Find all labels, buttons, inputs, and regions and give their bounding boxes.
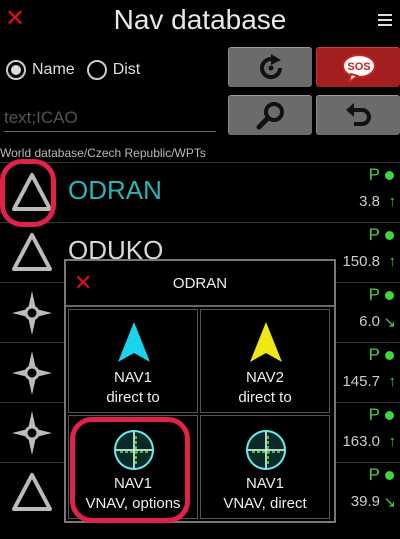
- sort-name-label[interactable]: Name: [32, 61, 75, 79]
- distance-value: 145.7: [342, 373, 380, 390]
- waypoint-star-icon: [12, 351, 52, 395]
- back-button[interactable]: [316, 95, 400, 135]
- sort-options: Name Dist: [6, 58, 152, 82]
- distance-value: 3.8: [359, 193, 380, 210]
- flag-label: P: [368, 165, 380, 184]
- flag-label: P: [368, 405, 380, 424]
- refresh-icon: [259, 53, 282, 79]
- nav2-direct-to-button[interactable]: NAV2 direct to: [200, 309, 330, 413]
- magnifier-icon: [256, 101, 284, 129]
- waypoint-triangle-icon: [12, 173, 52, 211]
- back-icon: [345, 102, 371, 126]
- flag-label: P: [368, 465, 380, 484]
- distance-value: 163.0: [342, 433, 380, 450]
- search-button[interactable]: [228, 95, 312, 135]
- sos-icon: SOS: [341, 53, 376, 83]
- page-title: Nav database: [113, 4, 287, 35]
- direction-arrow-icon: ↑: [388, 433, 397, 450]
- sort-dist-radio[interactable]: [86, 60, 107, 80]
- distance-value: 6.0: [359, 313, 380, 330]
- status-dot-icon: [385, 291, 394, 300]
- sort-dist-label[interactable]: Dist: [113, 61, 141, 79]
- distance-value: 150.8: [342, 253, 380, 270]
- search-input[interactable]: [4, 104, 216, 132]
- sort-name-radio[interactable]: [6, 60, 26, 80]
- option-line2: VNAV, options: [85, 495, 181, 512]
- cyan-arrow-icon: [118, 322, 150, 362]
- menu-icon[interactable]: [378, 14, 392, 26]
- flag-label: P: [368, 285, 380, 304]
- status-dot-icon: [385, 171, 394, 180]
- crosshair-icon: [246, 430, 286, 470]
- option-line1: NAV1: [113, 475, 153, 492]
- list-item[interactable]: ODRAN P 3.8 ↑: [0, 162, 400, 222]
- status-dot-icon: [385, 411, 394, 420]
- direction-arrow-icon: ↑: [388, 193, 397, 210]
- nav1-vnav-direct-button[interactable]: NAV1 VNAV, direct: [200, 415, 330, 519]
- option-line2: direct to: [106, 389, 160, 406]
- waypoint-name: ODRAN: [68, 175, 162, 205]
- dialog-title: ODRAN: [172, 275, 228, 292]
- flag-label: P: [368, 225, 380, 244]
- nav1-vnav-options-button[interactable]: NAV1 VNAV, options: [68, 415, 198, 519]
- direction-arrow-icon: ↘: [383, 314, 396, 331]
- breadcrumb: World database/Czech Republic/WPTs: [0, 146, 206, 160]
- waypoint-star-icon: [12, 291, 52, 335]
- nav-dialog: ✕ ODRAN NAV1 direct to NAV2 direct to NA…: [64, 259, 336, 523]
- direction-arrow-icon: ↑: [388, 253, 397, 270]
- option-line1: NAV1: [113, 369, 153, 386]
- sos-button[interactable]: SOS: [316, 47, 400, 87]
- option-line1: NAV2: [245, 369, 285, 386]
- waypoint-triangle-icon: [12, 233, 52, 271]
- option-line2: VNAV, direct: [223, 495, 307, 512]
- option-line1: NAV1: [245, 475, 285, 492]
- direction-arrow-icon: ↑: [388, 373, 397, 390]
- waypoint-triangle-icon: [12, 473, 52, 511]
- status-dot-icon: [385, 231, 394, 240]
- yellow-arrow-icon: [250, 322, 282, 362]
- option-line2: direct to: [238, 389, 292, 406]
- distance-value: 39.9: [350, 493, 380, 510]
- top-bar: ✕ Nav database: [0, 0, 400, 44]
- dialog-header: ✕ ODRAN: [66, 261, 334, 307]
- direction-arrow-icon: ↘: [383, 494, 396, 511]
- sos-label: SOS: [347, 61, 370, 73]
- crosshair-icon: [114, 430, 154, 470]
- refresh-button[interactable]: [228, 47, 312, 87]
- flag-label: P: [368, 345, 380, 364]
- status-dot-icon: [385, 351, 394, 360]
- status-dot-icon: [385, 471, 394, 480]
- waypoint-star-icon: [12, 411, 52, 455]
- nav1-direct-to-button[interactable]: NAV1 direct to: [68, 309, 198, 413]
